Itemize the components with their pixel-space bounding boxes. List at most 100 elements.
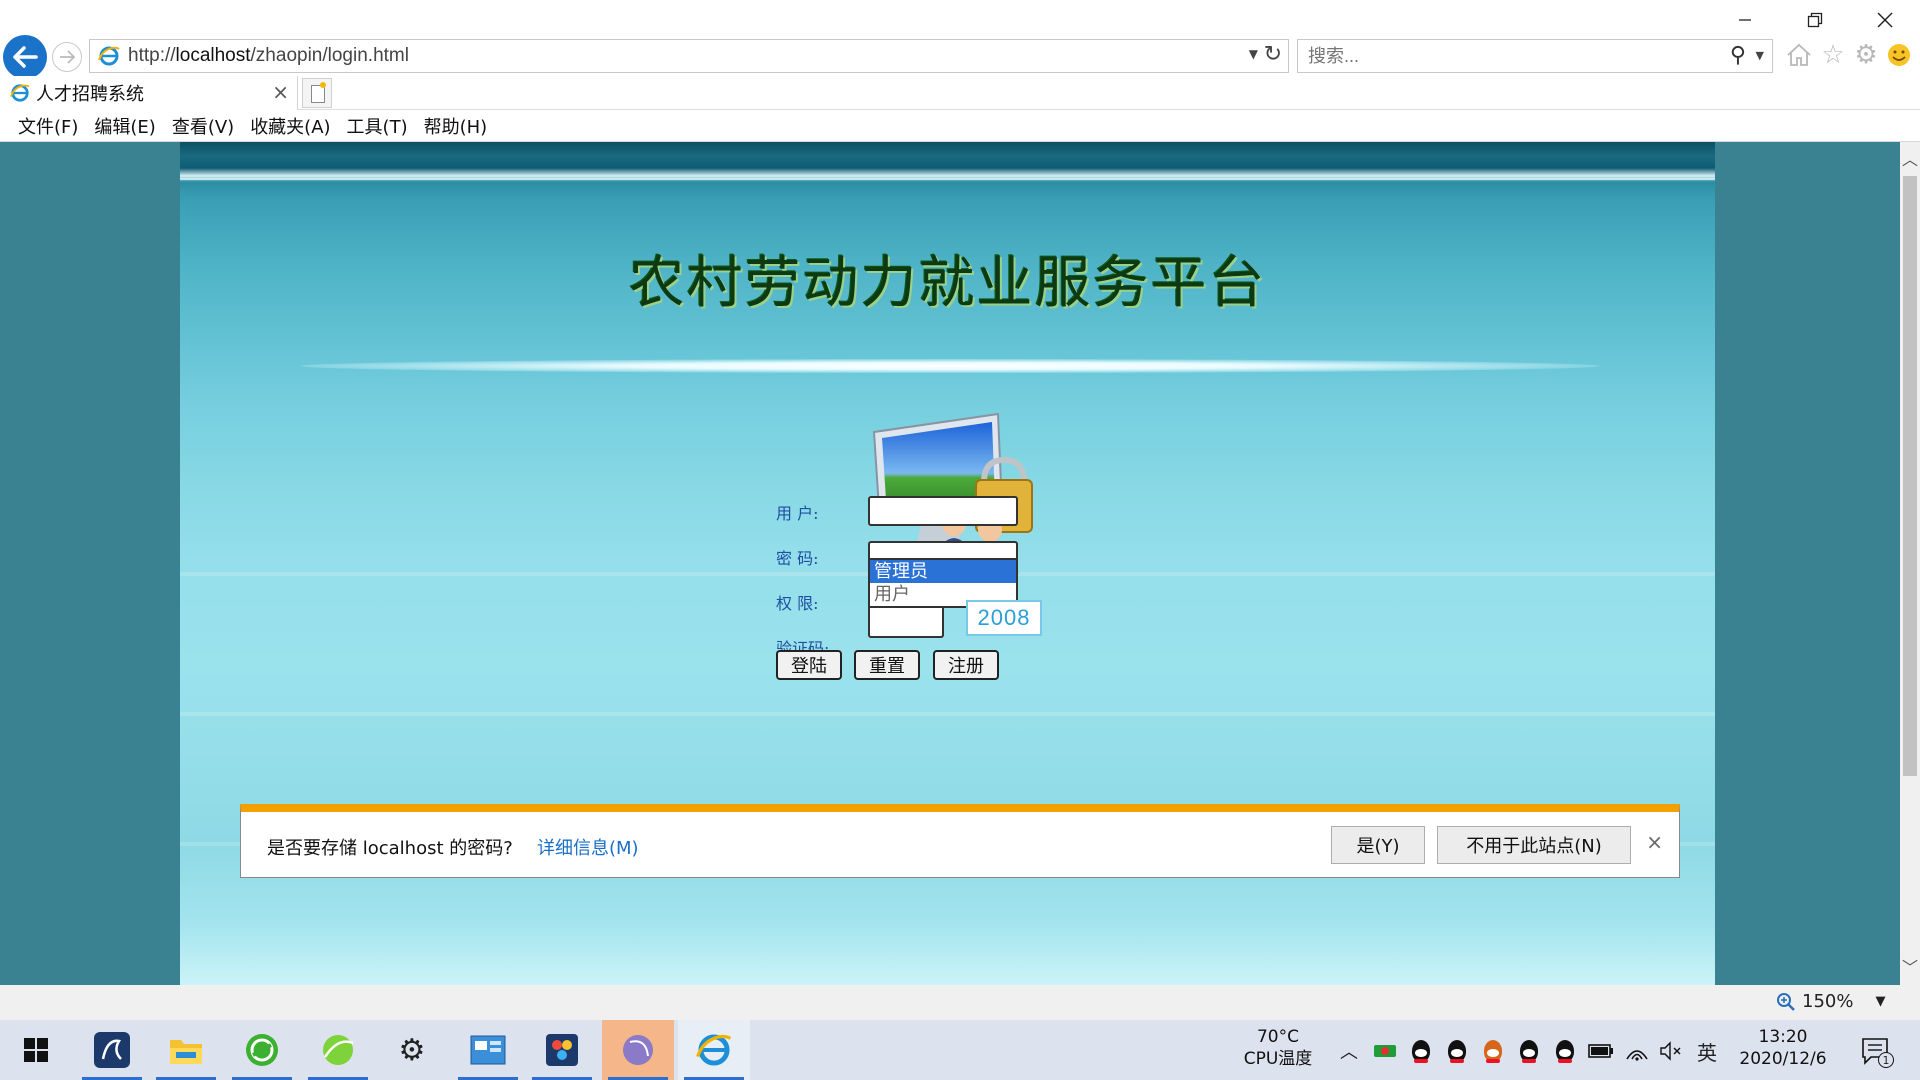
taskbar-app-green-browser[interactable]: [226, 1020, 298, 1080]
restore-icon: [1807, 12, 1823, 28]
password-label: 密 码:: [776, 549, 819, 568]
zoom-level: 150%: [1802, 991, 1854, 1012]
ie-page-icon: [98, 46, 120, 66]
taskbar-app-360[interactable]: [302, 1020, 374, 1080]
minimize-icon: [1739, 19, 1751, 21]
home-icon[interactable]: [1784, 40, 1814, 70]
scroll-down-icon[interactable]: ﹀: [1900, 954, 1920, 978]
save-password-yes-button[interactable]: 是(Y): [1331, 826, 1425, 864]
tab-strip: 人才招聘系统 ×: [0, 76, 1920, 110]
internet-explorer-icon: [696, 1034, 732, 1066]
new-tab-button[interactable]: [302, 78, 332, 108]
captcha-input[interactable]: [868, 608, 944, 638]
wifi-icon[interactable]: [1624, 1038, 1650, 1064]
notification-count-badge: 1: [1878, 1052, 1894, 1068]
favorites-star-icon[interactable]: ☆: [1818, 40, 1848, 70]
qq-icon[interactable]: [1552, 1038, 1578, 1064]
zoom-dropdown-icon[interactable]: ▼: [1875, 994, 1885, 1009]
more-info-link[interactable]: 详细信息(M): [537, 834, 639, 860]
never-for-site-button[interactable]: 不用于此站点(N): [1437, 826, 1631, 864]
zoom-control[interactable]: 150% ▼: [1776, 991, 1885, 1012]
save-password-bar: 是否要存储 localhost 的密码? 详细信息(M) 是(Y) 不用于此站点…: [240, 804, 1680, 878]
qq-icon[interactable]: [1408, 1038, 1434, 1064]
username-label: 用 户:: [776, 504, 819, 523]
cpu-temp-label: CPU温度: [1243, 1049, 1313, 1069]
clock[interactable]: 13:20 2020/12/6: [1728, 1026, 1838, 1070]
search-dropdown-icon[interactable]: ▼: [1756, 49, 1764, 62]
settings-gear-icon[interactable]: ⚙: [1851, 40, 1881, 70]
qq-icon[interactable]: [1516, 1038, 1542, 1064]
forward-button[interactable]: [52, 42, 82, 72]
taskbar-app-eclipse[interactable]: [602, 1020, 674, 1080]
menu-tools[interactable]: 工具(T): [339, 113, 416, 139]
scrollbar-thumb[interactable]: [1903, 176, 1917, 776]
taskbar-app-internet-explorer[interactable]: [678, 1020, 750, 1080]
status-bar: 150% ▼: [0, 985, 1920, 1020]
menu-view[interactable]: 查看(V): [164, 113, 242, 139]
cpu-temp-widget[interactable]: 70°C CPU温度: [1238, 1026, 1318, 1070]
vertical-scrollbar[interactable]: ︿ ﹀: [1900, 142, 1920, 985]
ie-tab-icon: [10, 84, 30, 102]
tab-title: 人才招聘系统: [36, 84, 144, 105]
address-dropdown-icon[interactable]: ▼: [1249, 47, 1258, 61]
taskbar-app-settings[interactable]: ⚙: [376, 1020, 448, 1080]
input-method-indicator[interactable]: 英: [1694, 1038, 1720, 1065]
battery-icon[interactable]: [1588, 1038, 1614, 1064]
settings-gear-icon: ⚙: [398, 1032, 426, 1068]
action-center-button[interactable]: 1: [1858, 1036, 1894, 1068]
control-panel-icon: [470, 1035, 506, 1065]
register-button[interactable]: 注册: [933, 650, 999, 680]
captcha-image[interactable]: 2008: [966, 600, 1042, 636]
scroll-up-icon[interactable]: ︿: [1900, 146, 1920, 170]
windows-logo-icon: [24, 1038, 48, 1062]
taskbar-app-file-explorer[interactable]: [150, 1020, 222, 1080]
clock-time: 13:20: [1758, 1027, 1808, 1047]
reset-button[interactable]: 重置: [854, 650, 920, 680]
login-button[interactable]: 登陆: [776, 650, 842, 680]
close-icon: [1877, 12, 1893, 28]
site-title: 农村劳动力就业服务平台: [628, 251, 1267, 316]
header-divider: [180, 178, 1715, 180]
bg-stripe: [180, 712, 1715, 716]
url-host: localhost: [175, 45, 251, 66]
tab-active[interactable]: 人才招聘系统 ×: [0, 76, 298, 110]
tray-app-red-green-icon[interactable]: [1372, 1038, 1398, 1064]
search-input[interactable]: [1308, 45, 1688, 67]
search-box[interactable]: ⚲ ▼: [1297, 39, 1773, 73]
glow-divider: [300, 359, 1600, 373]
back-button[interactable]: [3, 35, 47, 79]
search-icon[interactable]: ⚲: [1730, 43, 1746, 68]
menu-file[interactable]: 文件(F): [10, 113, 86, 139]
show-hidden-icons-chevron-icon[interactable]: ︿: [1336, 1038, 1362, 1064]
address-toolbar: http://localhost/zhaopin/login.html ▼ ↻ …: [0, 34, 1920, 79]
close-bar-icon[interactable]: ×: [1646, 830, 1663, 854]
arrow-right-icon: [60, 50, 75, 64]
folder-icon: [170, 1040, 202, 1064]
save-password-question: 是否要存储 localhost 的密码?: [267, 838, 513, 859]
scribble-app-icon: [94, 1032, 130, 1068]
role-option-admin[interactable]: 管理员: [870, 560, 1016, 583]
taskbar-app-paint[interactable]: [526, 1020, 598, 1080]
zoom-magnifier-icon: [1777, 992, 1795, 1011]
green-e-icon: [246, 1034, 278, 1066]
cpu-temp-value: 70°C: [1256, 1027, 1299, 1047]
volume-muted-icon[interactable]: [1658, 1038, 1684, 1064]
url-prefix: http://: [128, 45, 176, 66]
qq-orange-icon[interactable]: [1480, 1038, 1506, 1064]
menu-bar: 文件(F) 编辑(E) 查看(V) 收藏夹(A) 工具(T) 帮助(H): [0, 110, 1920, 142]
url-path: /zhaopin/login.html: [250, 45, 409, 66]
username-input[interactable]: [868, 496, 1018, 526]
qq-icon[interactable]: [1444, 1038, 1470, 1064]
menu-favorites[interactable]: 收藏夹(A): [242, 113, 338, 139]
taskbar-app-scribble[interactable]: [76, 1020, 148, 1080]
taskbar-app-control-panel[interactable]: [452, 1020, 524, 1080]
taskbar: ⚙ 70°C CPU温度 ︿ 英 13:20 2020/12/6 1: [0, 1020, 1920, 1080]
start-button[interactable]: [0, 1020, 72, 1080]
feedback-smiley-icon[interactable]: [1884, 40, 1914, 70]
address-bar[interactable]: http://localhost/zhaopin/login.html ▼ ↻: [89, 39, 1289, 73]
clock-date: 2020/12/6: [1739, 1049, 1827, 1069]
refresh-icon[interactable]: ↻: [1264, 42, 1282, 67]
tab-close-icon[interactable]: ×: [272, 80, 289, 104]
menu-help[interactable]: 帮助(H): [416, 113, 496, 139]
menu-edit[interactable]: 编辑(E): [86, 113, 163, 139]
